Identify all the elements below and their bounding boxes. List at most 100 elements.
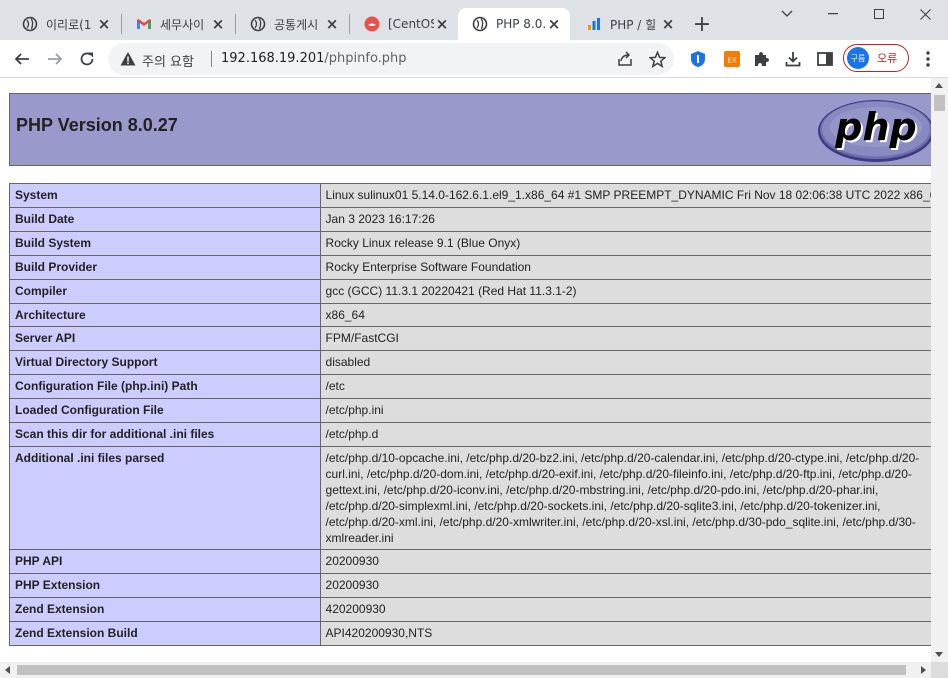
- table-row: Architecture x86_64: [9, 302, 931, 328]
- horizontal-scrollbar[interactable]: [0, 662, 931, 678]
- url-path: /phpinfo.php: [324, 51, 407, 66]
- vertical-scroll-thumb[interactable]: [934, 95, 945, 111]
- close-icon[interactable]: ×: [660, 15, 676, 33]
- row-value: /etc: [319, 374, 931, 400]
- scroll-up-icon[interactable]: [935, 83, 943, 88]
- horizontal-scroll-thumb[interactable]: [17, 665, 906, 675]
- reload-icon[interactable]: [73, 45, 101, 73]
- row-value: Linux sulinux01 5.14.0-162.6.1.el9_1.x86…: [319, 183, 931, 208]
- table-row: PHP API 20200930: [9, 549, 931, 575]
- row-key: Compiler: [9, 278, 321, 304]
- puzzle-icon[interactable]: [751, 49, 771, 69]
- shield-icon[interactable]: [688, 49, 708, 69]
- close-icon[interactable]: ×: [434, 15, 450, 33]
- row-key: System: [9, 183, 321, 208]
- download-icon[interactable]: [783, 49, 803, 69]
- scroll-left-icon[interactable]: [5, 666, 10, 674]
- table-row: Virtual Directory Support disabled: [9, 350, 931, 376]
- tab-label: 공통게시: [274, 17, 319, 32]
- profile-button[interactable]: 구름 오류: [843, 44, 909, 72]
- tab-2[interactable]: 세무사이 ×: [122, 8, 234, 40]
- php-logo[interactable]: php php: [816, 97, 931, 163]
- table-row: Build Date Jan 3 2023 16:17:26: [9, 206, 931, 232]
- tab-strip: 이리로(1 × 세무사이 × 공통게시 × [CentOS × PHP 8.0.…: [0, 0, 948, 40]
- avatar: 구름: [847, 47, 869, 69]
- tab-label: 세무사이: [160, 17, 205, 32]
- profile-error-label: 오류: [877, 52, 898, 65]
- row-key: PHP Extension: [9, 573, 321, 599]
- close-icon[interactable]: ×: [96, 15, 112, 33]
- row-key: Loaded Configuration File: [9, 398, 321, 424]
- redhat-icon: [364, 16, 380, 32]
- table-row: System Linux sulinux01 5.14.0-162.6.1.el9…: [9, 183, 931, 208]
- row-value: Jan 3 2023 16:17:26: [319, 206, 931, 232]
- row-value: disabled: [319, 350, 931, 376]
- table-row: Server API FPM/FastCGI: [9, 326, 931, 352]
- svg-text:EX: EX: [727, 57, 736, 65]
- forward-icon[interactable]: [41, 45, 69, 73]
- back-icon[interactable]: [8, 45, 36, 73]
- extension-badge-icon[interactable]: EX: [722, 49, 742, 69]
- tab-label: PHP 8.0.: [496, 17, 546, 31]
- table-row: Configuration File (php.ini) Path/etc: [9, 374, 931, 400]
- row-key: Build System: [9, 230, 321, 256]
- vertical-scrollbar[interactable]: [931, 78, 948, 662]
- tab-1[interactable]: 이리로(1 ×: [8, 8, 120, 40]
- row-value: 20200930: [319, 549, 931, 575]
- page-title: PHP Version 8.0.27: [16, 115, 178, 135]
- window-close-icon[interactable]: [902, 0, 948, 28]
- row-value: FPM/FastCGI: [319, 326, 931, 352]
- warning-icon[interactable]: [120, 51, 136, 70]
- table-row: PHP Extension 20200930: [9, 573, 931, 599]
- close-icon[interactable]: ×: [324, 15, 340, 33]
- table-row: Zend Extension 420200930: [9, 597, 931, 623]
- row-key: Build Provider: [9, 254, 321, 280]
- row-key: Build Date: [9, 206, 321, 232]
- url-text[interactable]: 192.168.19.201/phpinfo.php: [221, 51, 407, 66]
- row-value: Rocky Enterprise Software Foundation: [319, 254, 931, 280]
- security-status[interactable]: 주의 요함: [142, 51, 194, 70]
- scroll-right-icon[interactable]: [921, 666, 926, 674]
- globe-icon: [22, 16, 38, 32]
- row-key: PHP API: [9, 549, 321, 575]
- tab-4[interactable]: [CentOS ×: [350, 8, 458, 40]
- row-value: 420200930: [319, 597, 931, 623]
- chevron-down-icon[interactable]: [764, 0, 810, 28]
- chart-icon: [586, 16, 602, 32]
- page-viewport: PHP Version 8.0.27 php php System Linux s…: [0, 78, 931, 662]
- table-row: Additional .ini files parsed/etc/php.d/1…: [9, 445, 931, 551]
- table-row: Build Provider Rocky Enterprise Software …: [9, 254, 931, 280]
- row-key: Scan this dir for additional .ini files: [9, 422, 321, 447]
- row-key: Zend Extension Build: [9, 621, 321, 647]
- tab-3[interactable]: 공통게시 ×: [236, 8, 348, 40]
- more-vert-icon[interactable]: [918, 49, 938, 69]
- scrollbar-corner: [931, 662, 948, 678]
- row-value: /etc/php.d/10-opcache.ini, /etc/php.d/20…: [319, 445, 931, 551]
- tab-active[interactable]: PHP 8.0. ×: [458, 8, 570, 40]
- minimize-icon[interactable]: [810, 0, 856, 28]
- star-icon[interactable]: [648, 50, 666, 68]
- side-panel-icon[interactable]: [815, 49, 835, 69]
- browser-toolbar: 주의 요함 192.168.19.201/phpinfo.php EX: [0, 40, 948, 78]
- php-logo-text: php: [834, 105, 916, 149]
- tab-6[interactable]: PHP / 힐 ×: [572, 8, 684, 40]
- row-key: Configuration File (php.ini) Path: [9, 374, 321, 400]
- table-row: Zend Extension Build API420200930,NTS: [9, 621, 931, 647]
- globe-icon: [472, 16, 488, 32]
- new-tab-button[interactable]: +: [688, 10, 716, 38]
- share-icon[interactable]: [616, 50, 634, 68]
- row-value: API420200930,NTS: [319, 621, 931, 647]
- table-row: Compiler gcc (GCC) 11.3.1 20220421 (Red H…: [9, 278, 931, 304]
- maximize-icon[interactable]: [856, 0, 902, 28]
- row-value: /etc/php.ini: [319, 398, 931, 424]
- address-bar[interactable]: 주의 요함 192.168.19.201/phpinfo.php: [108, 43, 674, 75]
- close-icon[interactable]: ×: [210, 15, 226, 33]
- scroll-down-icon[interactable]: [935, 652, 943, 657]
- close-icon[interactable]: ×: [546, 15, 562, 33]
- gmail-icon: [136, 16, 152, 32]
- omnibox-divider: [211, 51, 212, 67]
- row-key: Server API: [9, 326, 321, 352]
- url-host: 192.168.19.201: [221, 51, 325, 66]
- row-value: Rocky Linux release 9.1 (Blue Onyx): [319, 230, 931, 256]
- tab-label: 이리로(1: [46, 17, 92, 32]
